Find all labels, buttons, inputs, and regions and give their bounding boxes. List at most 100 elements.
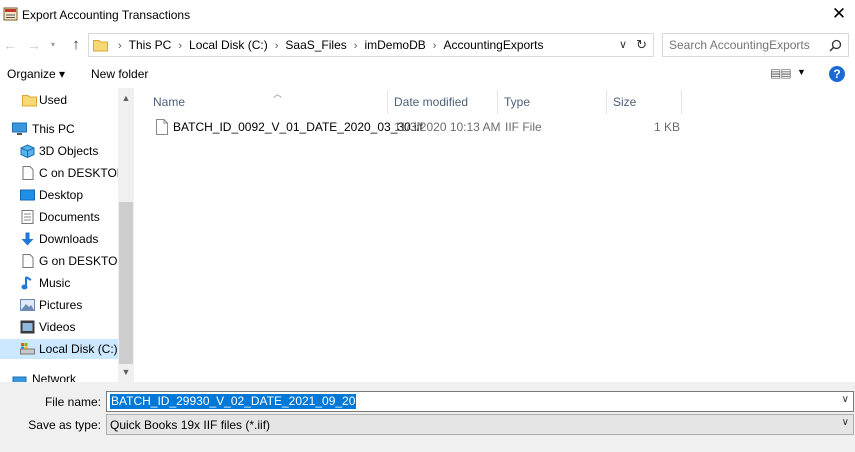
view-dropdown-icon[interactable]: ▼ [797, 67, 806, 77]
column-header-size[interactable]: Size [607, 90, 682, 114]
sidebar-item-documents[interactable]: Documents [0, 207, 118, 227]
sidebar-item-this-pc[interactable]: This PC [0, 119, 118, 139]
search-icon[interactable] [829, 39, 842, 52]
sidebar-item-used[interactable]: Used [0, 90, 118, 110]
desktop-icon [20, 189, 35, 201]
sidebar-item-downloads[interactable]: Downloads [0, 229, 118, 249]
scroll-down-icon[interactable]: ▼ [118, 364, 134, 380]
address-row: ← → ▾ ↑ › This PC › Local Disk (C:) › SaaS_Fi… [0, 30, 855, 60]
breadcrumb-saas-files[interactable]: SaaS_Files [285, 38, 346, 52]
scroll-up-icon[interactable]: ▲ [118, 90, 134, 106]
computer-icon [12, 122, 27, 135]
breadcrumb: › This PC › Local Disk (C:) › SaaS_Files › imDe… [111, 34, 544, 56]
breadcrumb-this-pc[interactable]: This PC [129, 38, 172, 52]
up-button[interactable]: ↑ [67, 34, 85, 56]
column-header-name[interactable]: ︿ Name [147, 89, 388, 114]
window-title: Export Accounting Transactions [22, 8, 191, 22]
filename-label: File name: [44, 395, 101, 409]
sidebar-item-3d-objects[interactable]: 3D Objects [0, 141, 118, 161]
sidebar-item-label: Desktop [39, 188, 84, 202]
column-header-label: Type [504, 95, 531, 109]
breadcrumb-separator[interactable]: › [178, 40, 182, 52]
sidebar-item-label: Music [39, 276, 71, 290]
save-panel: File name: BATCH_ID_29930_V_02_DATE_2021… [0, 382, 855, 452]
search-box[interactable] [662, 33, 849, 57]
column-header-date[interactable]: Date modified [388, 90, 498, 114]
column-header-label: Date modified [394, 95, 469, 109]
toolbar: Organize ▾ New folder ▤▤ ▼ ? [0, 60, 855, 88]
file-size: 1 KB [654, 120, 681, 134]
title-bar: Export Accounting Transactions ✕ [0, 0, 855, 30]
file-date: 11/3/2020 10:13 AM [394, 120, 501, 134]
new-folder-button[interactable]: New folder [91, 67, 148, 81]
sidebar-item-label: Network [32, 372, 77, 382]
sidebar-scrollbar[interactable]: ▲ ▼ [118, 88, 134, 382]
sidebar-item-label: Videos [39, 320, 76, 334]
filename-input[interactable]: BATCH_ID_29930_V_02_DATE_2021_09_20 ∨ [106, 391, 854, 412]
savetype-select[interactable]: Quick Books 19x IIF files (*.iif) ∨ [106, 414, 854, 435]
sidebar-item-label: This PC [32, 122, 75, 136]
breadcrumb-separator[interactable]: › [354, 40, 358, 52]
address-dropdown-icon[interactable]: ∨ [619, 34, 627, 56]
column-header-type[interactable]: Type [498, 90, 607, 114]
file-name: BATCH_ID_0092_V_01_DATE_2020_03_30.iif [173, 120, 423, 134]
sidebar-item-c-on-desktop[interactable]: C on DESKTOP-4 [0, 163, 118, 183]
sidebar-item-videos[interactable]: Videos [0, 317, 118, 337]
sidebar-item-pictures[interactable]: Pictures [0, 295, 118, 315]
breadcrumb-local-disk[interactable]: Local Disk (C:) [189, 38, 268, 52]
forward-button[interactable]: → [26, 34, 42, 56]
breadcrumb-accountingexports[interactable]: AccountingExports [443, 38, 543, 52]
back-button[interactable]: ← [2, 34, 18, 56]
network-icon [12, 376, 27, 382]
breadcrumb-separator: › [118, 40, 122, 52]
sidebar-item-label: Pictures [39, 298, 83, 312]
network-drive-icon [22, 254, 34, 268]
breadcrumb-imdemodb[interactable]: imDemoDB [364, 38, 425, 52]
download-icon [21, 232, 34, 246]
folder-icon [22, 95, 37, 107]
filename-dropdown-icon[interactable]: ∨ [842, 394, 849, 405]
documents-icon [21, 210, 34, 224]
breadcrumb-separator[interactable]: › [433, 40, 437, 52]
savetype-value: Quick Books 19x IIF files (*.iif) [110, 418, 271, 432]
column-header-label: Name [153, 95, 186, 109]
sidebar-item-music[interactable]: Music [0, 273, 118, 293]
sidebar-item-desktop[interactable]: Desktop [0, 185, 118, 205]
sidebar-item-label: C on DESKTOP-4 [39, 166, 118, 180]
navigation-pane: Used This PC 3D Objects C on DESKTOP-4 D… [0, 88, 134, 382]
sidebar-item-label: Local Disk (C:) [39, 342, 118, 356]
scrollbar-thumb[interactable] [119, 202, 133, 364]
sidebar-item-label: Used [39, 93, 68, 107]
sidebar-item-label: G on DESKTOP-4 [39, 254, 118, 268]
app-icon [3, 7, 18, 21]
savetype-label: Save as type: [28, 418, 101, 432]
organize-button[interactable]: Organize ▾ [7, 67, 65, 81]
recent-locations-button[interactable]: ▾ [47, 34, 59, 56]
drive-icon [20, 343, 35, 355]
music-icon [21, 276, 32, 290]
sidebar-item-network[interactable]: Network [0, 369, 118, 382]
close-button[interactable]: ✕ [829, 4, 849, 24]
sidebar-item-g-on-desktop[interactable]: G on DESKTOP-4 [0, 251, 118, 271]
sidebar-item-label: 3D Objects [39, 144, 99, 158]
filename-value[interactable]: BATCH_ID_29930_V_02_DATE_2021_09_20 [110, 394, 357, 409]
video-icon [20, 320, 35, 334]
sidebar-item-local-disk[interactable]: Local Disk (C:) [0, 339, 118, 359]
folder-icon [93, 40, 108, 52]
table-row[interactable]: BATCH_ID_0092_V_01_DATE_2020_03_30.iif 1… [150, 116, 680, 138]
view-options-icon[interactable]: ▤▤ [770, 66, 792, 80]
pictures-icon [20, 299, 35, 311]
refresh-icon[interactable]: ↻ [636, 34, 647, 56]
savetype-dropdown-icon[interactable]: ∨ [842, 417, 849, 428]
search-input[interactable] [669, 37, 819, 53]
sidebar-item-label: Documents [39, 210, 100, 224]
file-list: ︿ Name Date modified Type Size BATCH_ID_… [134, 88, 855, 382]
sidebar-item-label: Downloads [39, 232, 99, 246]
cube-icon [20, 144, 35, 158]
address-bar[interactable]: › This PC › Local Disk (C:) › SaaS_Files › imDe… [88, 33, 654, 57]
file-icon [156, 119, 168, 135]
file-type: IIF File [505, 120, 542, 134]
column-header-label: Size [613, 95, 637, 109]
breadcrumb-separator[interactable]: › [275, 40, 279, 52]
help-button[interactable]: ? [829, 66, 845, 82]
